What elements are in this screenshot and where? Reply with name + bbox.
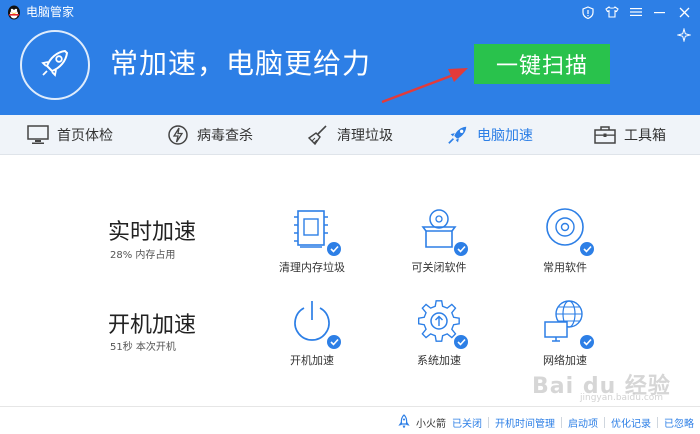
checkmark-icon — [453, 334, 469, 350]
system-speedup-feature[interactable]: 系统加速 — [384, 298, 494, 368]
boot-speedup-title: 开机加速 — [108, 313, 197, 338]
checkmark-icon — [579, 241, 595, 257]
boot-time-text: 51秒 本次开机 — [110, 342, 176, 353]
boot-time-management-link[interactable]: 开机时间管理 — [495, 415, 555, 430]
qq-penguin-logo-icon — [6, 4, 22, 20]
shield-badge-icon[interactable] — [578, 3, 598, 21]
tab-home-check[interactable]: 首页体检 — [0, 115, 140, 155]
boot-speedup-feature[interactable]: 开机加速 — [257, 298, 367, 368]
tab-label: 病毒查杀 — [197, 128, 253, 144]
ignored-link[interactable]: 已忽略 — [664, 415, 694, 430]
rocket-emblem — [20, 30, 90, 100]
feature-label: 可关闭软件 — [411, 261, 467, 274]
title-bar: 电脑管家 — [0, 0, 700, 24]
tab-label: 工具箱 — [624, 128, 666, 144]
closable-software-feature[interactable]: 可关闭软件 — [384, 205, 494, 275]
tab-pc-speedup[interactable]: 电脑加速 — [420, 115, 560, 155]
checkmark-icon — [579, 334, 595, 350]
checkmark-icon — [453, 241, 469, 257]
one-click-scan-button[interactable]: 一键扫描 — [474, 44, 610, 84]
memory-usage-text: 28% 内存占用 — [110, 250, 176, 261]
small-rocket-status-link[interactable]: 已关闭 — [452, 415, 482, 430]
tshirt-skin-icon[interactable] — [602, 3, 622, 21]
rocket-icon — [35, 43, 75, 87]
feature-label: 清理内存垃圾 — [279, 261, 345, 274]
baidu-watermark-url: jingyan.baidu.com — [580, 393, 664, 403]
network-speedup-feature[interactable]: 网络加速 — [510, 298, 620, 368]
header-banner: 电脑管家 常加速，电脑更给力 一键扫描 — [0, 0, 700, 115]
tab-label: 电脑加速 — [477, 128, 533, 144]
feature-label: 开机加速 — [290, 354, 334, 367]
divider — [604, 417, 605, 428]
tab-toolbox[interactable]: 工具箱 — [560, 115, 700, 155]
rocket-icon — [447, 124, 469, 146]
realtime-speedup-title: 实时加速 — [108, 220, 197, 245]
feature-label: 常用软件 — [543, 261, 587, 274]
feature-label: 系统加速 — [417, 354, 461, 367]
clean-memory-feature[interactable]: 清理内存垃圾 — [257, 205, 367, 275]
tab-clean-junk[interactable]: 清理垃圾 — [280, 115, 420, 155]
divider — [488, 417, 489, 428]
main-tabs: 首页体检 病毒查杀 清理垃圾 电脑加速 工具箱 — [0, 115, 700, 155]
menu-icon[interactable] — [626, 3, 646, 21]
small-rocket-label: 小火箭 — [416, 419, 446, 430]
small-rocket-icon — [398, 414, 410, 431]
divider — [561, 417, 562, 428]
monitor-icon — [27, 124, 49, 146]
sparkle-icon[interactable] — [674, 26, 694, 44]
slogan-text: 常加速，电脑更给力 — [110, 47, 372, 80]
tab-label: 首页体检 — [57, 128, 113, 144]
minimize-icon[interactable] — [650, 3, 670, 21]
startup-items-link[interactable]: 启动项 — [568, 415, 598, 430]
footer-bar: 小火箭 已关闭 开机时间管理 启动项 优化记录 已忽略 — [0, 406, 700, 434]
lightning-shield-icon — [167, 124, 189, 146]
broom-icon — [307, 124, 329, 146]
checkmark-icon — [326, 241, 342, 257]
tab-virus-scan[interactable]: 病毒查杀 — [140, 115, 280, 155]
close-icon[interactable] — [674, 3, 694, 21]
feature-label: 网络加速 — [543, 354, 587, 367]
footer-items: 小火箭 已关闭 开机时间管理 启动项 优化记录 已忽略 — [398, 414, 694, 431]
window-controls — [578, 3, 694, 21]
divider — [657, 417, 658, 428]
app-title: 电脑管家 — [26, 5, 75, 19]
toolbox-icon — [594, 124, 616, 146]
optimization-history-link[interactable]: 优化记录 — [611, 415, 651, 430]
tab-label: 清理垃圾 — [337, 128, 393, 144]
checkmark-icon — [326, 334, 342, 350]
common-software-feature[interactable]: 常用软件 — [510, 205, 620, 275]
